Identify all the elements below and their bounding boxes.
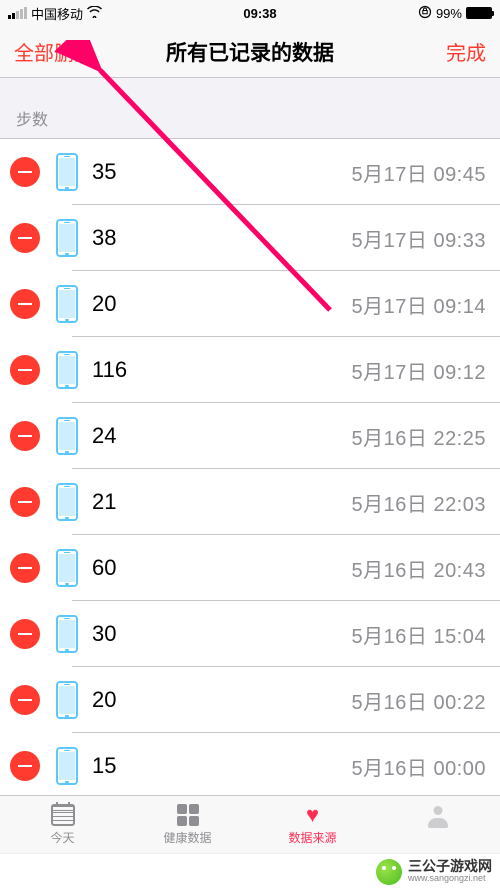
step-value: 30 [92,621,352,647]
row-timestamp: 5月16日 22:25 [352,422,486,451]
data-row[interactable]: 215月16日 22:03 [0,469,500,535]
watermark-logo-icon [376,859,402,885]
tab-today[interactable]: 今天 [0,796,125,853]
iphone-icon [56,219,78,257]
data-row[interactable]: 205月16日 00:22 [0,667,500,733]
iphone-icon [56,681,78,719]
data-row[interactable]: 245月16日 22:25 [0,403,500,469]
done-button[interactable]: 完成 [446,37,486,66]
data-row[interactable]: 1165月17日 09:12 [0,337,500,403]
delete-row-button[interactable] [10,487,40,517]
data-row[interactable]: 305月16日 15:04 [0,601,500,667]
status-right: 99% [418,5,492,22]
row-timestamp: 5月17日 09:33 [352,224,486,253]
step-value: 20 [92,291,352,317]
delete-row-button[interactable] [10,619,40,649]
delete-row-button[interactable] [10,355,40,385]
delete-row-button[interactable] [10,223,40,253]
step-value: 21 [92,489,352,515]
section-header-steps: 步数 [0,78,500,138]
row-timestamp: 5月17日 09:14 [352,290,486,319]
carrier-label: 中国移动 [31,4,83,23]
row-timestamp: 5月16日 22:03 [352,488,486,517]
status-bar: 中国移动 09:38 99% [0,0,500,26]
iphone-icon [56,615,78,653]
step-value: 20 [92,687,352,713]
data-row[interactable]: 385月17日 09:33 [0,205,500,271]
tab-label: 健康数据 [163,829,211,846]
step-value: 35 [92,159,352,185]
status-left: 中国移动 [8,4,102,23]
row-timestamp: 5月16日 15:04 [352,620,486,649]
iphone-icon [56,417,78,455]
tab-data-source[interactable]: ♥ 数据来源 [250,796,375,853]
delete-row-button[interactable] [10,685,40,715]
calendar-icon [49,803,77,827]
watermark-name: 三公子游戏网 [408,859,492,874]
delete-all-button[interactable]: 全部删除 [14,37,94,66]
watermark-url: www.sangongzi.net [408,874,492,884]
row-timestamp: 5月17日 09:45 [352,158,486,187]
row-timestamp: 5月16日 00:22 [352,686,486,715]
row-timestamp: 5月16日 00:00 [352,752,486,781]
battery-percent: 99% [436,6,462,21]
iphone-icon [56,483,78,521]
data-row[interactable]: 205月17日 09:14 [0,271,500,337]
row-timestamp: 5月16日 20:43 [352,554,486,583]
delete-row-button[interactable] [10,421,40,451]
delete-row-button[interactable] [10,157,40,187]
signal-icon [8,7,27,19]
wifi-icon [87,6,102,21]
tab-health-data[interactable]: 健康数据 [125,796,250,853]
grid-icon [174,803,202,827]
status-time: 09:38 [243,6,276,21]
tab-label: 数据来源 [288,829,336,846]
row-timestamp: 5月17日 09:12 [352,356,486,385]
step-value: 15 [92,753,352,779]
tab-label [436,831,439,845]
data-row[interactable]: 155月16日 00:00 [0,733,500,799]
person-icon [424,805,452,829]
data-row[interactable]: 355月17日 09:45 [0,139,500,205]
data-list: 355月17日 09:45385月17日 09:33205月17日 09:141… [0,138,500,865]
tab-bar: 今天 健康数据 ♥ 数据来源 [0,795,500,853]
watermark: 三公子游戏网 www.sangongzi.net [0,853,500,889]
tab-medical-id[interactable] [375,796,500,853]
step-value: 24 [92,423,352,449]
delete-row-button[interactable] [10,289,40,319]
battery-icon [466,7,492,19]
nav-bar: 全部删除 所有已记录的数据 完成 [0,26,500,78]
tab-label: 今天 [50,829,74,846]
heart-icon: ♥ [299,803,327,827]
orientation-lock-icon [418,5,432,22]
iphone-icon [56,747,78,785]
delete-row-button[interactable] [10,751,40,781]
iphone-icon [56,285,78,323]
step-value: 60 [92,555,352,581]
iphone-icon [56,351,78,389]
delete-row-button[interactable] [10,553,40,583]
data-row[interactable]: 605月16日 20:43 [0,535,500,601]
step-value: 116 [92,357,352,383]
iphone-icon [56,153,78,191]
step-value: 38 [92,225,352,251]
iphone-icon [56,549,78,587]
